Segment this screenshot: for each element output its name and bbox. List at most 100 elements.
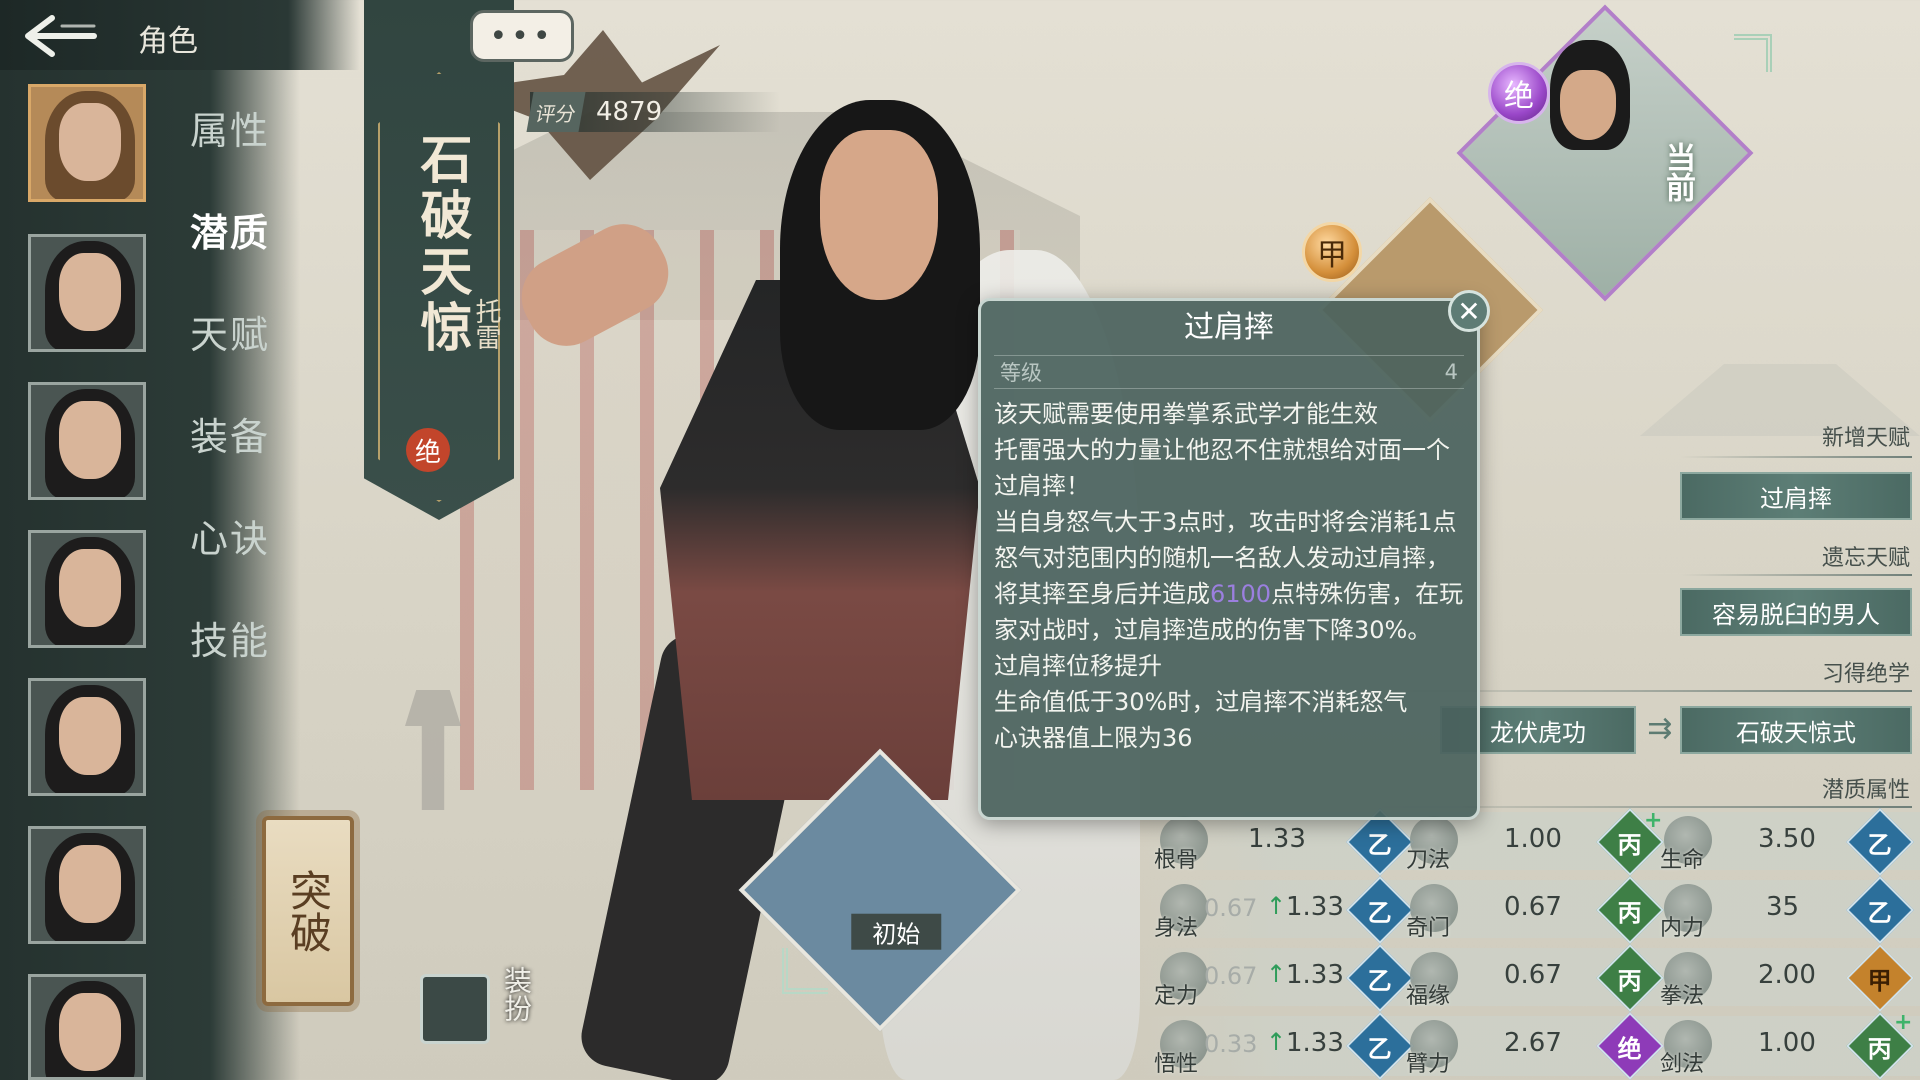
close-icon[interactable]: ✕ [1448,290,1490,332]
skill-to-tag[interactable]: 石破天惊式 [1680,706,1912,754]
menu-equipment[interactable]: 装备 [190,406,270,461]
stat-value: 0.67 [1504,960,1562,990]
stat-value: 1.33 [1248,824,1306,854]
portrait-7[interactable] [28,974,146,1080]
stat-value: 35 [1766,892,1800,922]
tooltip-line: 该天赋需要使用拳掌系武学才能生效 [994,400,1378,428]
portrait-face [59,549,121,627]
stat-value: 1.00 [1758,1028,1816,1058]
score-label: 评分 [526,92,586,132]
stat-label: 身法 [1154,916,1199,941]
portrait-face [59,993,121,1071]
stat-label: 奇门 [1406,916,1451,941]
stat-value: 1.33 [1286,960,1344,990]
section-divider [1680,456,1912,458]
level-label: 等级 [1000,361,1042,385]
page-title: 角色 [138,24,198,59]
tooltip-line: 托雷强大的力量让他忍不住就想给对面一个过肩摔！ [994,436,1450,500]
stat-value: 1.33 [1286,1028,1344,1058]
grade-text: 丙 [1618,965,1642,995]
portrait-face [59,845,121,923]
tooltip-description: 该天赋需要使用拳掌系武学才能生效 托雷强大的力量让他忍不住就想给对面一个过肩摔！… [994,396,1466,756]
stat-value: 2.00 [1758,960,1816,990]
collapse-corner-icon[interactable] [1734,34,1772,72]
stat-label: 福缘 [1406,984,1451,1009]
stat-label: 根骨 [1154,848,1199,873]
portrait-face [59,401,121,479]
grade-text: 乙 [1368,1033,1392,1063]
menu-attributes[interactable]: 属性 [190,100,270,155]
portrait-face [59,103,121,181]
stat-old-value: 0.67 [1204,962,1258,990]
stat-value: 1.00 [1504,824,1562,854]
tooltip-level-row: 等级 4 [994,355,1464,389]
portrait-5[interactable] [28,678,146,796]
current-form-face [1560,70,1616,140]
transform-arrow-icon: ⇉ [1647,710,1673,746]
stat-value: 0.67 [1504,892,1562,922]
stat-label: 刀法 [1406,848,1451,873]
forget-talent-tag[interactable]: 容易脱臼的男人 [1680,588,1912,636]
grade-text: 乙 [1368,829,1392,859]
stat-label: 拳法 [1660,984,1705,1009]
new-talent-tag[interactable]: 过肩摔 [1680,472,1912,520]
back-button[interactable] [18,10,102,62]
stat-value: 2.67 [1504,1028,1562,1058]
grade-text: 乙 [1868,829,1892,859]
section-divider [1680,574,1912,576]
character-subtitle: 托雷 [471,298,501,350]
new-talent-title: 新增天赋 [1821,426,1910,451]
bonus-plus: + [1894,1010,1913,1035]
menu-potential[interactable]: 潜质 [190,202,270,257]
stat-value: 1.33 [1286,892,1344,922]
portrait-2[interactable] [28,234,146,352]
portrait-6[interactable] [28,826,146,944]
tooltip-line: 心诀器值上限为36 [994,724,1193,752]
dress-up-label: 装扮 [500,966,533,1022]
score-bar: 评分 4879 [526,92,780,132]
increase-arrow-icon: ↑ [1266,960,1287,988]
chat-bubble-button[interactable]: ••• [470,10,574,62]
menu-mantra[interactable]: 心诀 [190,508,270,563]
score-value: 4879 [596,97,663,127]
portrait-3[interactable] [28,382,146,500]
menu-skills[interactable]: 技能 [190,610,270,665]
portrait-face [59,697,121,775]
tooltip-line: 过肩摔位移提升 [994,652,1162,680]
stat-label: 臂力 [1406,1052,1451,1077]
tooltip-line: 当自身怒气大于3点时，攻击时将会消耗1点怒气对范围内的随机一名敌人发动过肩摔，将… [994,504,1466,648]
character-grade-badge: 绝 [406,428,450,472]
grade-text: 乙 [1868,897,1892,927]
stat-label: 悟性 [1154,1052,1199,1077]
current-form-label: 当前 [1660,142,1695,202]
increase-arrow-icon: ↑ [1266,1028,1287,1056]
back-arrow-icon [25,15,97,57]
grade-text: 丙 [1868,1033,1892,1063]
portrait-4[interactable] [28,530,146,648]
increase-arrow-icon: ↑ [1266,892,1287,920]
grade-text: 甲 [1868,965,1892,995]
stat-label: 内力 [1660,916,1705,941]
dress-up-button[interactable]: 装扮 [416,960,536,1050]
breakthrough-button[interactable]: 突破 [262,816,354,1006]
expand-corner-icon[interactable] [782,948,828,994]
bonus-plus: + [1644,808,1663,833]
potential-attributes-title: 潜质属性 [1821,778,1910,803]
stat-old-value: 0.67 [1204,894,1258,922]
menu-talent[interactable]: 天赋 [190,304,270,359]
portrait-toray[interactable] [28,84,146,202]
damage-number: 6100 [1210,580,1272,608]
grade-text: 丙 [1618,829,1642,859]
skill-learned-title: 习得绝学 [1821,662,1910,687]
stat-label: 定力 [1154,984,1199,1009]
level-value: 4 [1444,360,1458,384]
forget-talent-title: 遗忘天赋 [1821,546,1910,571]
hero-face [820,130,938,300]
tooltip-title: 过肩摔 [1184,310,1274,345]
grade-text: 乙 [1368,897,1392,927]
stat-label: 剑法 [1660,1052,1705,1077]
tooltip-line: 生命值低于30%时，过肩摔不消耗怒气 [994,688,1408,716]
initial-form-label: 初始 [851,913,942,950]
second-form-grade: 甲 [1302,222,1362,282]
grade-text: 绝 [1618,1033,1642,1063]
